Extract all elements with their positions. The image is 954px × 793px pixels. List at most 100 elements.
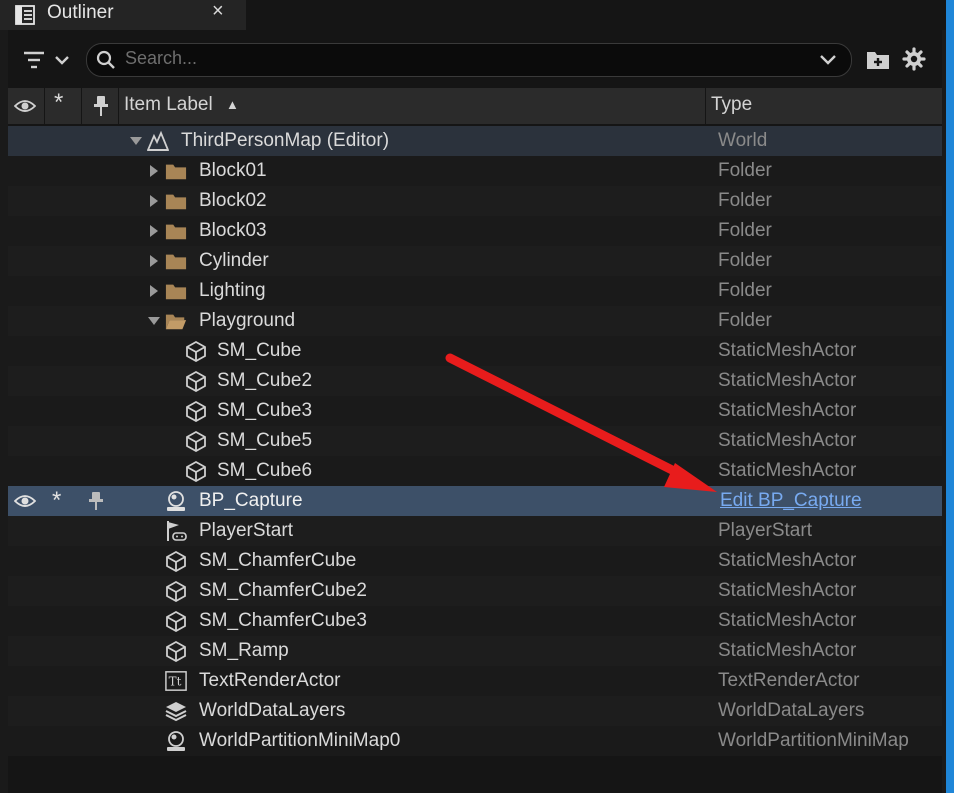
row-type: StaticMeshActor — [718, 550, 857, 571]
tree-row-static-mesh[interactable]: SM_Ramp StaticMeshActor — [8, 636, 942, 666]
gear-icon[interactable] — [902, 47, 926, 71]
row-label: SM_Cube5 — [217, 430, 313, 451]
tree-row-folder[interactable]: Block03 Folder — [8, 216, 942, 246]
row-label: SM_Cube6 — [217, 460, 313, 481]
row-type: StaticMeshActor — [718, 580, 857, 601]
expand-arrow-icon[interactable] — [148, 225, 160, 237]
add-folder-icon[interactable] — [866, 48, 890, 70]
tab-bar: Outliner × — [0, 0, 946, 30]
row-type: StaticMeshActor — [718, 340, 857, 361]
static-mesh-icon — [186, 460, 206, 482]
pin-icon — [94, 96, 108, 116]
row-type: StaticMeshActor — [718, 430, 857, 451]
tab-outliner[interactable]: Outliner × — [0, 0, 246, 30]
world-icon — [147, 130, 169, 151]
search-box[interactable]: Search... — [86, 43, 852, 77]
edit-blueprint-link[interactable]: Edit BP_Capture — [720, 490, 862, 512]
tab-title: Outliner — [47, 2, 114, 23]
tree-row-folder[interactable]: Block01 Folder — [8, 156, 942, 186]
row-type: StaticMeshActor — [718, 460, 857, 481]
static-mesh-icon — [166, 550, 186, 572]
expand-arrow-icon[interactable] — [148, 255, 160, 267]
row-type: PlayerStart — [718, 520, 812, 541]
eye-icon[interactable] — [14, 492, 36, 510]
actor-sphere-icon — [167, 731, 185, 751]
tree-row-static-mesh[interactable]: SM_ChamferCube2 StaticMeshActor — [8, 576, 942, 606]
tree-row-folder-open[interactable]: Playground Folder — [8, 306, 942, 336]
static-mesh-icon — [186, 370, 206, 392]
folder-open-icon — [165, 314, 187, 330]
tree-row-static-mesh[interactable]: SM_Cube6 StaticMeshActor — [8, 456, 942, 486]
row-type: StaticMeshActor — [718, 640, 857, 661]
item-label-header: Item Label — [124, 94, 213, 115]
row-type: Folder — [718, 250, 772, 271]
tree-row-minimap[interactable]: WorldPartitionMiniMap0 WorldPartitionMin… — [8, 726, 942, 756]
tree-row-static-mesh[interactable]: SM_Cube5 StaticMeshActor — [8, 426, 942, 456]
tree-row-static-mesh[interactable]: SM_ChamferCube3 StaticMeshActor — [8, 606, 942, 636]
row-label: Playground — [199, 310, 296, 331]
toolbar: Search... — [8, 30, 942, 88]
tree-row-static-mesh[interactable]: SM_Cube StaticMeshActor — [8, 336, 942, 366]
expand-arrow-icon[interactable] — [148, 285, 160, 297]
row-label: Cylinder — [199, 250, 269, 271]
row-label: Block01 — [199, 160, 267, 181]
folder-icon — [165, 284, 187, 300]
eye-icon — [14, 100, 36, 112]
row-type: Folder — [718, 280, 772, 301]
row-type: Folder — [718, 160, 772, 181]
outliner-panel: Search... * Item Label ▲ Type ThirdPerso… — [8, 30, 942, 793]
row-label: SM_Cube2 — [217, 370, 313, 391]
expand-arrow-icon[interactable] — [148, 195, 160, 207]
tree-row-static-mesh[interactable]: SM_ChamferCube StaticMeshActor — [8, 546, 942, 576]
tree-row-player-start[interactable]: PlayerStart PlayerStart — [8, 516, 942, 546]
row-label: WorldPartitionMiniMap0 — [199, 730, 401, 751]
row-label: TextRenderActor — [199, 670, 341, 691]
sort-ascending-icon: ▲ — [226, 97, 239, 112]
star-icon: * — [54, 89, 64, 116]
text-render-icon: Tt — [165, 671, 187, 691]
row-label: SM_Ramp — [199, 640, 289, 661]
outliner-tree: ThirdPersonMap (Editor) World Block01 Fo… — [8, 126, 942, 756]
accent-strip — [946, 0, 954, 793]
tree-row-text-render[interactable]: Tt TextRenderActor TextRenderActor — [8, 666, 942, 696]
tree-row-folder[interactable]: Lighting Folder — [8, 276, 942, 306]
static-mesh-icon — [166, 580, 186, 602]
row-label: SM_Cube3 — [217, 400, 313, 421]
tree-row-folder[interactable]: Block02 Folder — [8, 186, 942, 216]
tree-row-static-mesh[interactable]: SM_Cube3 StaticMeshActor — [8, 396, 942, 426]
star-icon[interactable]: * — [52, 487, 61, 515]
static-mesh-icon — [166, 640, 186, 662]
row-label: SM_ChamferCube2 — [199, 580, 367, 601]
static-mesh-icon — [186, 430, 206, 452]
lock-column[interactable] — [82, 88, 119, 124]
player-start-icon — [167, 521, 187, 541]
search-input[interactable]: Search... — [125, 48, 197, 69]
row-type: Folder — [718, 310, 772, 331]
pinned-column[interactable]: * — [45, 88, 82, 124]
row-type: TextRenderActor — [718, 670, 860, 691]
tree-row-world[interactable]: ThirdPersonMap (Editor) World — [8, 126, 942, 156]
row-type: Folder — [718, 220, 772, 241]
tree-row-data-layers[interactable]: WorldDataLayers WorldDataLayers — [8, 696, 942, 726]
row-type: Folder — [718, 190, 772, 211]
tree-row-folder[interactable]: Cylinder Folder — [8, 246, 942, 276]
row-label: SM_Cube — [217, 340, 302, 361]
row-label: Block03 — [199, 220, 267, 241]
chevron-down-icon[interactable] — [819, 52, 837, 68]
filter-icon[interactable] — [22, 48, 72, 72]
row-type: World — [718, 130, 768, 151]
row-label: SM_ChamferCube — [199, 550, 357, 571]
visibility-column[interactable] — [8, 88, 45, 124]
collapse-arrow-icon[interactable] — [130, 135, 142, 147]
collapse-arrow-icon[interactable] — [148, 315, 160, 327]
item-label-column[interactable]: Item Label ▲ — [119, 88, 706, 124]
tree-row-selected[interactable]: * BP_Capture Edit BP_Capture — [8, 486, 942, 516]
pin-icon[interactable] — [88, 491, 104, 511]
expand-arrow-icon[interactable] — [148, 165, 160, 177]
close-icon[interactable]: × — [212, 0, 224, 23]
outliner-icon — [15, 5, 35, 25]
type-header: Type — [711, 94, 753, 115]
search-icon — [96, 50, 115, 69]
type-column[interactable]: Type — [706, 88, 942, 124]
tree-row-static-mesh[interactable]: SM_Cube2 StaticMeshActor — [8, 366, 942, 396]
